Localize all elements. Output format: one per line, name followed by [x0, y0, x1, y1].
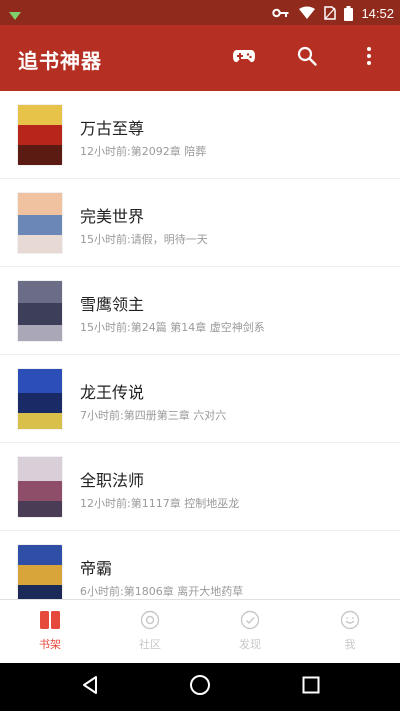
app-bar: 追书神器 — [0, 25, 400, 91]
tab-bookshelf[interactable]: 书架 — [0, 600, 100, 663]
tab-community[interactable]: 社区 — [100, 600, 200, 663]
more-vert-icon — [366, 46, 372, 70]
app-title: 追书神器 — [18, 49, 102, 73]
tab-label: 发现 — [239, 638, 261, 651]
book-cover — [18, 457, 62, 517]
book-latest-chapter: 6小时前:第1806章 离开大地药草 — [80, 585, 244, 598]
book-item-5[interactable]: 帝霸 6小时前:第1806章 离开大地药草 — [0, 531, 400, 599]
status-icons: 14:52 — [272, 3, 394, 23]
book-latest-chapter: 12小时前:第1117章 控制地巫龙 — [80, 497, 240, 510]
book-latest-chapter: 12小时前:第2092章 陪葬 — [80, 145, 207, 158]
battery-icon — [344, 5, 354, 21]
book-item-4[interactable]: 全职法师 12小时前:第1117章 控制地巫龙 — [0, 443, 400, 531]
book-title: 万古至尊 — [80, 119, 145, 138]
book-latest-chapter: 15小时前:第24篇 第14章 虚空神剑系 — [80, 321, 265, 334]
book-cover — [18, 105, 62, 165]
clock: 14:52 — [361, 5, 394, 21]
no-sim-icon — [324, 6, 337, 20]
back-button[interactable] — [77, 674, 103, 700]
book-title: 全职法师 — [80, 471, 145, 490]
book-title: 雪鹰领主 — [80, 295, 145, 314]
book-latest-chapter: 7小时前:第四册第三章 六对六 — [80, 409, 227, 422]
book-latest-chapter: 15小时前:请假，明待一天 — [80, 233, 208, 246]
bottom-nav: 书架 社区 发现 我 — [0, 599, 400, 663]
book-item-0[interactable]: 万古至尊 12小时前:第2092章 陪葬 — [0, 91, 400, 179]
book-list: 万古至尊 12小时前:第2092章 陪葬 完美世界 15小时前:请假，明待一天 … — [0, 91, 400, 599]
book-title: 完美世界 — [80, 207, 145, 226]
book-cover — [18, 193, 62, 253]
book-title: 龙王传说 — [80, 383, 145, 402]
book-item-2[interactable]: 雪鹰领主 15小时前:第24篇 第14章 虚空神剑系 — [0, 267, 400, 355]
search-icon — [297, 46, 317, 70]
tab-label: 社区 — [139, 638, 161, 651]
tab-label: 我 — [344, 638, 356, 651]
recents-button[interactable] — [298, 674, 324, 700]
screen: 14:52 追书神器 万古至尊 12小时前:第2092章 陪葬 完美世界 15小… — [0, 0, 400, 711]
notification-icon — [8, 6, 22, 25]
community-icon — [139, 609, 161, 631]
gamepad-button[interactable] — [229, 43, 259, 73]
home-icon — [189, 674, 211, 700]
wifi-icon — [298, 6, 316, 20]
bookshelf-icon — [39, 609, 61, 631]
book-item-3[interactable]: 龙王传说 7小时前:第四册第三章 六对六 — [0, 355, 400, 443]
recents-icon — [302, 676, 320, 698]
tab-profile[interactable]: 我 — [300, 600, 400, 663]
book-cover — [18, 369, 62, 429]
home-button[interactable] — [187, 674, 213, 700]
more-button[interactable] — [354, 43, 384, 73]
vpn-key-icon — [272, 7, 290, 19]
back-icon — [81, 675, 99, 699]
tab-discover[interactable]: 发现 — [200, 600, 300, 663]
gamepad-icon — [232, 48, 256, 68]
book-title: 帝霸 — [80, 559, 113, 578]
discover-icon — [239, 609, 261, 631]
book-cover — [18, 281, 62, 341]
book-item-1[interactable]: 完美世界 15小时前:请假，明待一天 — [0, 179, 400, 267]
status-bar: 14:52 — [0, 0, 400, 25]
tab-label: 书架 — [39, 638, 61, 651]
profile-icon — [339, 609, 361, 631]
book-cover — [18, 545, 62, 599]
search-button[interactable] — [292, 43, 322, 73]
system-nav-bar — [0, 663, 400, 711]
